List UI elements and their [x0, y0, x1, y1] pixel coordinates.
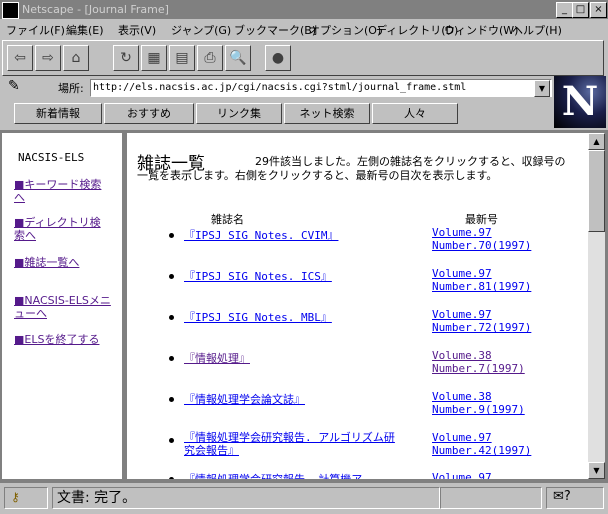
close-button[interactable]: × — [590, 2, 607, 18]
toolbar: ⇦ ⇨ ⌂ ↻ ▦ ▤ ⎙ 🔍 ● — [2, 40, 604, 76]
scroll-down-icon[interactable]: ▼ — [588, 462, 605, 479]
journal-link[interactable]: 『IPSJ SIG Notes. MBL』 — [184, 309, 332, 325]
vertical-scrollbar[interactable]: ▲ ▼ — [588, 133, 605, 479]
security-key-icon[interactable]: ⚷ — [4, 487, 48, 509]
latest-volume-link[interactable]: Volume.97 — [432, 431, 492, 444]
netscape-logo: N — [554, 76, 606, 128]
latest-volume-link[interactable]: Volume.97 — [432, 267, 492, 280]
bullet-icon — [169, 438, 174, 443]
menu-help[interactable]: ヘルプ(H) — [512, 22, 562, 38]
maximize-button[interactable]: □ — [572, 2, 589, 18]
images-icon[interactable]: ▦ — [141, 45, 167, 71]
dir-button-recommend[interactable]: おすすめ — [104, 103, 194, 124]
bullet-icon — [169, 233, 174, 238]
journal-link[interactable]: 『情報処理学会研究報告. 計算機ア — [184, 471, 362, 479]
menu-bookmarks[interactable]: ブックマーク(B) — [234, 22, 316, 38]
chevron-down-icon[interactable]: ▼ — [534, 80, 550, 97]
menu-go[interactable]: ジャンプ(G) — [171, 22, 231, 38]
latest-volume-link[interactable]: Volume.38 — [432, 349, 492, 362]
dir-button-new[interactable]: 新着情報 — [14, 103, 102, 124]
title-bar: Netscape - [Journal Frame] _ □ × — [0, 0, 608, 19]
scroll-thumb[interactable] — [588, 150, 605, 232]
window-title: Netscape - [Journal Frame] — [22, 3, 169, 16]
latest-number-link[interactable]: Number.70(1997) — [432, 239, 531, 252]
bullet-icon — [169, 315, 174, 320]
latest-volume-link[interactable]: Volume.97 — [432, 471, 492, 479]
left-frame: NACSIS-ELS ■キーワード検索へ ■ディレクトリ検索へ ■雑誌一覧へ ■… — [2, 133, 122, 479]
sidebar-link-els-menu[interactable]: ■NACSIS-ELSメニューへ — [14, 294, 114, 320]
reload-icon[interactable]: ↻ — [113, 45, 139, 71]
menu-view[interactable]: 表示(V) — [118, 22, 156, 38]
menu-window[interactable]: ウィンドウ(W) — [444, 22, 518, 38]
journal-link[interactable]: 『IPSJ SIG Notes. CVIM』 — [184, 227, 338, 243]
print-icon[interactable]: ⎙ — [197, 45, 223, 71]
location-label: 場所: — [58, 82, 84, 95]
bullet-icon — [169, 477, 174, 479]
sidebar-link-exit[interactable]: ■ELSを終了する — [14, 333, 104, 346]
bullet-icon — [169, 274, 174, 279]
sidebar-link-journal-list[interactable]: ■雑誌一覧へ — [14, 256, 114, 269]
bullet-icon — [169, 356, 174, 361]
journal-link[interactable]: 『IPSJ SIG Notes. ICS』 — [184, 268, 332, 284]
menu-file[interactable]: ファイル(F) — [6, 22, 65, 38]
latest-number-link[interactable]: Number.42(1997) — [432, 444, 531, 457]
latest-number-link[interactable]: Number.72(1997) — [432, 321, 531, 334]
intro-text: 29件該当しました。左側の雑誌名をクリックすると、収録号の一覧を表示します。右側… — [137, 155, 566, 182]
column-header-latest: 最新号 — [465, 213, 498, 226]
journal-link[interactable]: 『情報処理学会研究報告. アルゴリズム研究会報告』 — [184, 431, 399, 457]
mail-icon[interactable]: ✉? — [553, 489, 571, 504]
journal-link[interactable]: 『情報処理』 — [184, 350, 250, 366]
progress-bar — [440, 487, 542, 509]
scroll-up-icon[interactable]: ▲ — [588, 133, 605, 150]
open-icon[interactable]: ▤ — [169, 45, 195, 71]
netscape-app-icon[interactable] — [2, 2, 19, 19]
forward-icon[interactable]: ⇨ — [35, 45, 61, 71]
back-icon[interactable]: ⇦ — [7, 45, 33, 71]
menu-edit[interactable]: 編集(E) — [66, 22, 104, 38]
sidebar-link-directory-search[interactable]: ■ディレクトリ検索へ — [14, 216, 104, 242]
latest-volume-link[interactable]: Volume.38 — [432, 390, 492, 403]
right-frame: 雑誌一覧 29件該当しました。左側の雑誌名をクリックすると、収録号の一覧を表示し… — [127, 133, 588, 479]
latest-volume-link[interactable]: Volume.97 — [432, 308, 492, 321]
latest-number-link[interactable]: Number.81(1997) — [432, 280, 531, 293]
home-icon[interactable]: ⌂ — [63, 45, 89, 71]
bullet-icon — [169, 397, 174, 402]
journal-link[interactable]: 『情報処理学会論文誌』 — [184, 391, 305, 407]
column-header-journal: 雑誌名 — [211, 213, 244, 226]
dir-button-net-search[interactable]: ネット検索 — [284, 103, 370, 124]
dir-button-people[interactable]: 人々 — [372, 103, 458, 124]
menu-bar: ファイル(F) 編集(E) 表示(V) ジャンプ(G) ブックマーク(B) オプ… — [0, 19, 608, 39]
latest-volume-link[interactable]: Volume.97 — [432, 226, 492, 239]
stop-icon[interactable]: ● — [265, 45, 291, 71]
sidebar-link-keyword-search[interactable]: ■キーワード検索へ — [14, 178, 104, 204]
minimize-button[interactable]: _ — [556, 2, 573, 18]
status-text: 文書: 完了。 — [52, 487, 440, 509]
latest-number-link[interactable]: Number.9(1997) — [432, 403, 525, 416]
find-icon[interactable]: 🔍 — [225, 45, 251, 71]
bookmark-quickfile-icon[interactable]: ✎ — [8, 78, 20, 94]
location-input[interactable]: http://els.nacsis.ac.jp/cgi/nacsis.cgi?s… — [90, 79, 552, 97]
menu-options[interactable]: オプション(O) — [309, 22, 381, 38]
mail-status[interactable]: ✉? — [546, 487, 604, 509]
dir-button-links[interactable]: リンク集 — [196, 103, 282, 124]
sidebar-heading: NACSIS-ELS — [18, 151, 85, 164]
latest-number-link[interactable]: Number.7(1997) — [432, 362, 525, 375]
